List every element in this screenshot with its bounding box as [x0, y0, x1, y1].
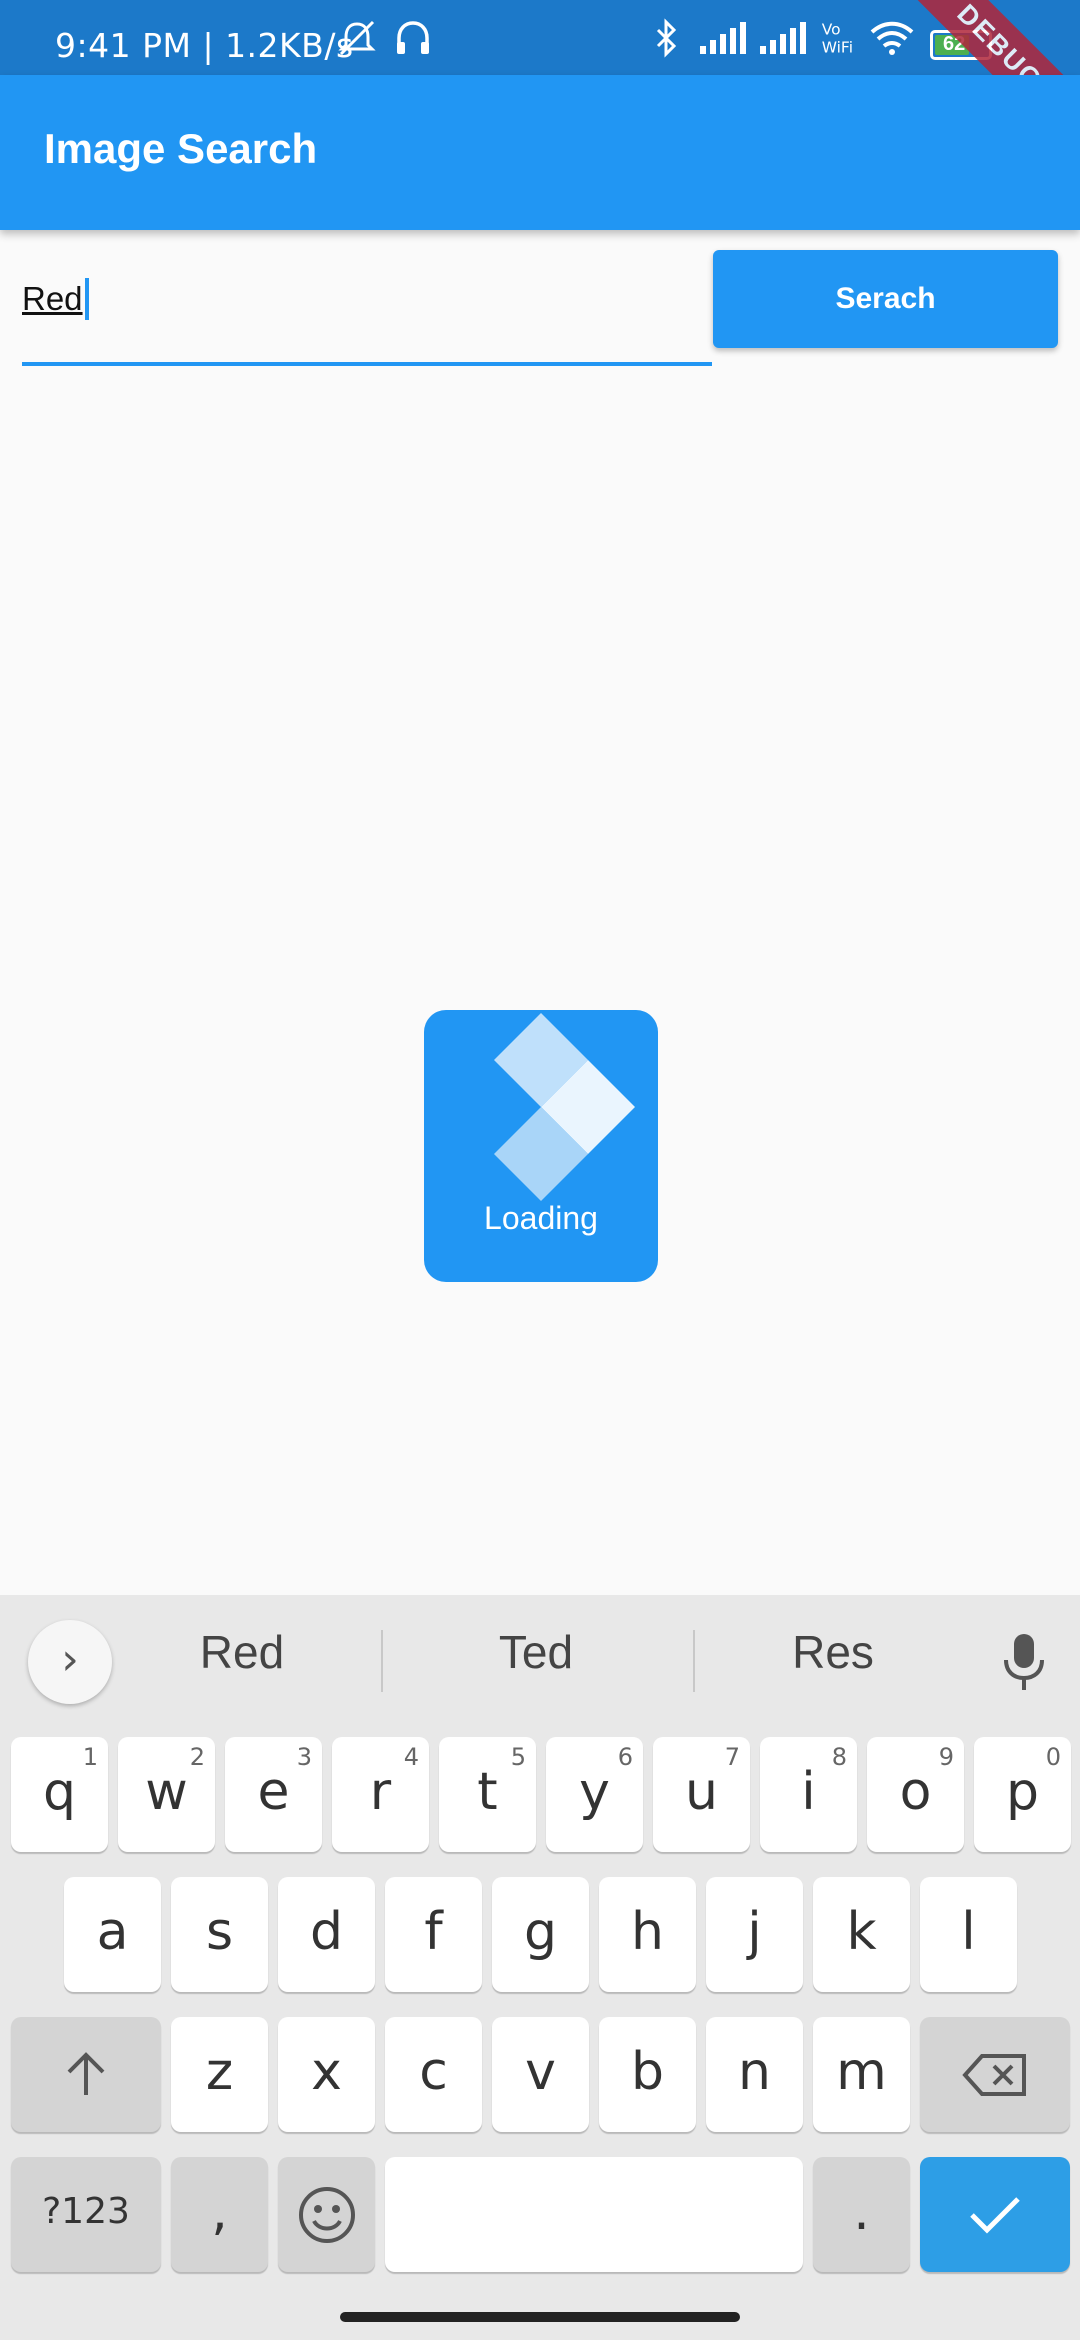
period-key[interactable]: . [813, 2157, 910, 2272]
key-g[interactable]: g [492, 1877, 589, 1992]
backspace-key[interactable] [920, 2017, 1070, 2132]
key-d[interactable]: d [278, 1877, 375, 1992]
key-j[interactable]: j [706, 1877, 803, 1992]
text-caret [85, 278, 89, 320]
suggestion-divider [693, 1630, 695, 1692]
status-time-speed: 9:41 PM | 1.2KB/s [55, 26, 354, 65]
vowifi-icon: Vo WiFi [822, 20, 853, 57]
shift-key[interactable] [11, 2017, 161, 2132]
backspace-icon [962, 2054, 1026, 2096]
search-button[interactable]: Serach [713, 250, 1058, 348]
key-t[interactable]: t5 [439, 1737, 536, 1852]
key-f[interactable]: f [385, 1877, 482, 1992]
gesture-nav-bar[interactable] [340, 2312, 740, 2322]
key-b[interactable]: b [599, 2017, 696, 2132]
search-input-value: Red [22, 280, 83, 317]
emoji-key[interactable] [278, 2157, 375, 2272]
key-w[interactable]: w2 [118, 1737, 215, 1852]
key-m[interactable]: m [813, 2017, 910, 2132]
svg-text:WiFi: WiFi [822, 39, 853, 57]
svg-text:Vo: Vo [822, 20, 841, 38]
signal-icon-1 [700, 22, 746, 54]
suggestion-divider [381, 1630, 383, 1692]
key-y[interactable]: y6 [546, 1737, 643, 1852]
space-key[interactable] [385, 2157, 803, 2272]
key-v[interactable]: v [492, 2017, 589, 2132]
suggestion-2[interactable]: Ted [406, 1625, 666, 1679]
key-n[interactable]: n [706, 2017, 803, 2132]
done-key[interactable] [920, 2157, 1070, 2272]
wifi-icon [870, 21, 914, 55]
key-s[interactable]: s [171, 1877, 268, 1992]
loading-indicator: Loading [424, 1010, 658, 1282]
key-o[interactable]: o9 [867, 1737, 964, 1852]
key-x[interactable]: x [278, 2017, 375, 2132]
checkmark-icon [970, 2197, 1020, 2234]
key-c[interactable]: c [385, 2017, 482, 2132]
signal-icon-2 [760, 22, 806, 54]
suggestion-1[interactable]: Red [112, 1625, 372, 1679]
shift-arrow-icon [67, 2052, 105, 2095]
symbols-key[interactable]: ?123 [11, 2157, 161, 2272]
suggestion-bar: › Red Ted Res [0, 1595, 1080, 1725]
page-title: Image Search [44, 125, 318, 172]
key-i[interactable]: i8 [760, 1737, 857, 1852]
key-l[interactable]: l [920, 1877, 1017, 1992]
expand-toolbar-button[interactable]: › [28, 1620, 112, 1704]
loading-spinner-icon [494, 1013, 635, 1201]
app-bar: Image Search [0, 75, 1080, 230]
microphone-icon[interactable] [1000, 1630, 1048, 1694]
key-z[interactable]: z [171, 2017, 268, 2132]
key-p[interactable]: p0 [974, 1737, 1071, 1852]
comma-key[interactable]: , [171, 2157, 268, 2272]
loading-label: Loading [484, 1200, 598, 1236]
key-e[interactable]: e3 [225, 1737, 322, 1852]
key-a[interactable]: a [64, 1877, 161, 1992]
key-q[interactable]: q1 [11, 1737, 108, 1852]
search-input[interactable]: Red [22, 250, 712, 366]
key-k[interactable]: k [813, 1877, 910, 1992]
mute-bell-icon [338, 20, 376, 56]
key-r[interactable]: r4 [332, 1737, 429, 1852]
soft-keyboard: › Red Ted Res q1 w2 e3 r4 t5 y6 u7 i8 o9… [0, 1595, 1080, 2340]
key-h[interactable]: h [599, 1877, 696, 1992]
headphones-icon [397, 21, 429, 54]
key-u[interactable]: u7 [653, 1737, 750, 1852]
status-bar: 9:41 PM | 1.2KB/s Vo WiFi 62 DEBUG [0, 0, 1080, 171]
suggestion-3[interactable]: Res [703, 1625, 963, 1679]
emoji-icon [298, 2187, 355, 2243]
bluetooth-icon [656, 18, 677, 58]
